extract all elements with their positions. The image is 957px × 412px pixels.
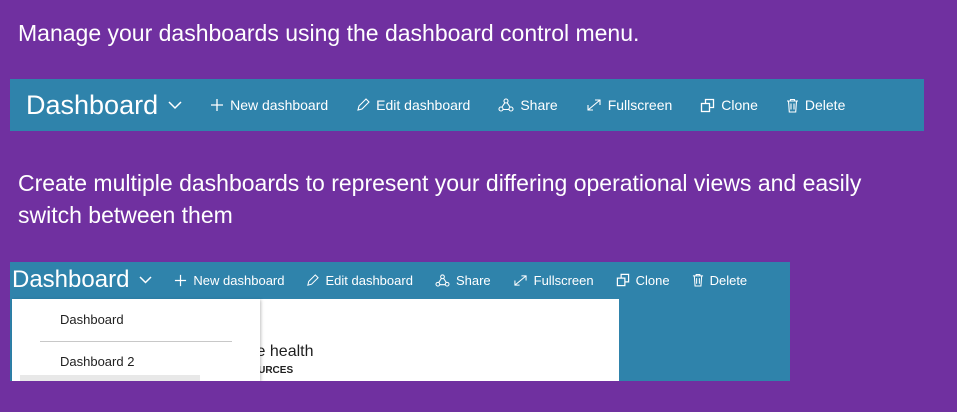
fullscreen-icon [513,274,528,287]
share-label: Share [520,97,558,113]
fullscreen-icon [586,98,602,112]
plus-icon [174,274,187,287]
chevron-down-icon [168,100,182,110]
fullscreen-button[interactable]: Fullscreen [586,97,673,113]
clone-button[interactable]: Clone [700,97,758,113]
dashboard-dropdown-menu: Dashboard Dashboard 2 [12,299,260,381]
dashboard-tile[interactable]: vice health ESOURCES [210,299,619,381]
share-button[interactable]: Share [498,97,558,113]
dashboard-title-dropdown[interactable]: Dashboard [10,266,152,294]
pencil-icon [306,273,320,287]
dropdown-next-item-partial [20,375,200,381]
delete-button[interactable]: Delete [786,97,845,113]
share-label: Share [455,272,491,288]
fullscreen-label: Fullscreen [533,272,594,288]
delete-label: Delete [804,97,846,113]
caption-multiple-dashboards: Create multiple dashboards to represent … [18,170,862,228]
dropdown-item-dashboard-2[interactable]: Dashboard 2 [60,354,134,369]
trash-icon [692,273,704,287]
new-dashboard-label: New dashboard [230,97,329,113]
clone-label: Clone [721,97,758,113]
dashboard-toolbar: Dashboard New dashboard Edit dashboard S… [10,79,924,131]
dashboard-title: Dashboard [26,89,159,120]
delete-button[interactable]: Delete [692,272,748,288]
clone-icon [700,98,715,113]
caption-manage-dashboards: Manage your dashboards using the dashboa… [18,20,640,46]
share-icon [498,98,514,112]
edit-dashboard-button[interactable]: Edit dashboard [306,272,413,288]
pencil-icon [356,98,370,112]
clone-button[interactable]: Clone [616,273,670,288]
dashboard-toolbar-row: Dashboard New dashboard Edit dashboard S… [10,262,790,298]
dropdown-divider [40,341,232,342]
edit-dashboard-button[interactable]: Edit dashboard [356,97,470,113]
clone-label: Clone [635,272,670,288]
new-dashboard-label: New dashboard [193,272,285,288]
new-dashboard-button[interactable]: New dashboard [210,97,328,113]
dashboard-title: Dashboard [12,266,130,293]
fullscreen-button[interactable]: Fullscreen [513,273,594,288]
share-button[interactable]: Share [435,273,491,288]
plus-icon [210,98,224,112]
share-icon [435,273,450,287]
edit-dashboard-label: Edit dashboard [325,272,413,288]
dashboard-title-dropdown[interactable]: Dashboard [10,90,182,121]
delete-label: Delete [709,272,748,288]
clone-icon [616,273,630,287]
dashboard-toolbar-with-menu: Dashboard New dashboard Edit dashboard S… [10,262,790,381]
edit-dashboard-label: Edit dashboard [376,97,471,113]
dropdown-item-dashboard[interactable]: Dashboard [60,312,124,327]
trash-icon [786,98,799,113]
fullscreen-label: Fullscreen [607,97,673,113]
chevron-down-icon [139,276,152,284]
new-dashboard-button[interactable]: New dashboard [174,273,284,288]
